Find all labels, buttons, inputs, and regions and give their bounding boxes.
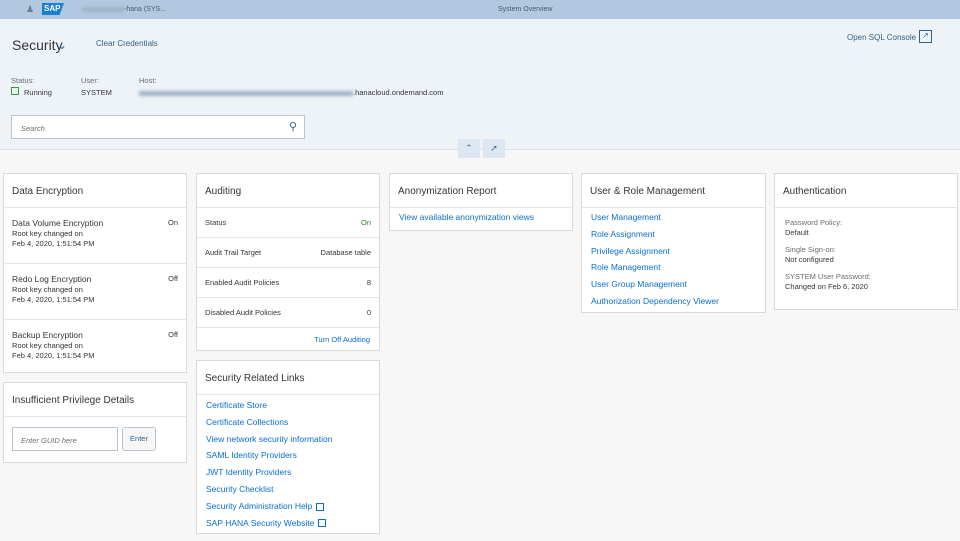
audit-row: Status On: [197, 208, 379, 238]
running-status-icon: [11, 87, 19, 95]
external-link-icon: [316, 502, 325, 511]
authentication-card: Authentication Password Policy: Default S…: [774, 173, 958, 310]
encryption-item[interactable]: Backup Encryption Off Root key changed on F…: [4, 320, 186, 376]
card-title: Auditing: [197, 174, 379, 208]
shell-bar: ♟ SAP -hana (SYS... System Overview: [0, 0, 960, 19]
collapse-header-button[interactable]: ⌃: [458, 139, 480, 158]
insufficient-privilege-card: Insufficient Privilege Details Enter GUI…: [3, 382, 187, 463]
password-policy: Password Policy: Default: [785, 218, 843, 237]
page-title[interactable]: Security: [12, 37, 63, 53]
anonymization-card: Anonymization Report View available anon…: [389, 173, 573, 231]
data-encryption-card: Data Encryption Data Volume Encryption On…: [3, 173, 187, 373]
search-icon[interactable]: ⚲: [289, 120, 297, 133]
user-icon[interactable]: ♟: [26, 4, 34, 15]
user-label: User:: [81, 76, 99, 85]
auditing-card: Auditing Status On Audit Trail Target Data…: [196, 173, 380, 351]
encryption-item[interactable]: Data Volume Encryption On Root key changed…: [4, 208, 186, 264]
link-role-assignment[interactable]: Role Assignment: [582, 226, 765, 243]
link-user-management[interactable]: User Management: [582, 209, 765, 226]
audit-row: Disabled Audit Policies 0: [197, 298, 379, 328]
link-security-checklist[interactable]: Security Checklist: [197, 481, 379, 498]
card-title: Security Related Links: [197, 361, 379, 395]
anonymization-views-link[interactable]: View available anonymization views: [390, 208, 572, 225]
link-role-management[interactable]: Role Management: [582, 259, 765, 276]
turn-off-auditing-link[interactable]: Turn Off Auditing: [197, 328, 379, 351]
link-privilege-assignment[interactable]: Privilege Assignment: [582, 243, 765, 260]
search-input[interactable]: Search ⚲: [11, 115, 305, 139]
pin-header-button[interactable]: ➚: [483, 139, 505, 158]
link-saml-providers[interactable]: SAML Identity Providers: [197, 447, 379, 464]
audit-row: Audit Trail Target Database table: [197, 238, 379, 268]
card-title: User & Role Management: [582, 174, 765, 208]
link-network-security[interactable]: View network security information: [197, 431, 379, 448]
status-label: Status:: [11, 76, 35, 85]
card-title: Authentication: [775, 174, 957, 208]
external-link-icon: [318, 519, 327, 528]
user-role-card: User & Role Management User Management R…: [581, 173, 766, 313]
link-jwt-providers[interactable]: JWT Identity Providers: [197, 464, 379, 481]
app-title: System Overview: [498, 6, 553, 13]
user-value: SYSTEM: [81, 88, 112, 97]
encryption-item[interactable]: Redo Log Encryption Off Root key changed o…: [4, 264, 186, 320]
host-value: .hanacloud.ondemand.com: [139, 88, 443, 97]
system-name: -hana (SYS...: [82, 6, 166, 13]
search-placeholder: Search: [21, 124, 45, 133]
card-title: Data Encryption: [4, 174, 186, 208]
card-title: Anonymization Report: [390, 174, 572, 208]
host-label: Host:: [139, 76, 157, 85]
clear-credentials-link[interactable]: Clear Credentials: [96, 39, 158, 48]
link-hana-security-website[interactable]: SAP HANA Security Website: [197, 515, 379, 532]
guid-input[interactable]: Enter GUID here: [12, 427, 118, 451]
security-links-card: Security Related Links Certificate Store…: [196, 360, 380, 534]
status-value: Running: [24, 88, 52, 97]
system-user-password: SYSTEM User Password: Changed on Feb 6, 2…: [785, 272, 871, 291]
link-security-admin-help[interactable]: Security Administration Help: [197, 498, 379, 515]
page-header: Security ⌄ Clear Credentials Open SQL Co…: [0, 19, 960, 150]
link-certificate-collections[interactable]: Certificate Collections: [197, 414, 379, 431]
link-user-group-management[interactable]: User Group Management: [582, 276, 765, 293]
single-sign-on: Single Sign-on: Not configured: [785, 245, 836, 264]
link-authorization-viewer[interactable]: Authorization Dependency Viewer: [582, 293, 765, 310]
audit-row: Enabled Audit Policies 8: [197, 268, 379, 298]
chevron-down-icon[interactable]: ⌄: [57, 38, 67, 52]
external-link-icon[interactable]: ↗: [919, 30, 932, 43]
card-title: Insufficient Privilege Details: [4, 383, 186, 417]
sap-logo: SAP: [42, 3, 64, 15]
open-sql-console-link[interactable]: Open SQL Console: [847, 33, 916, 42]
link-certificate-store[interactable]: Certificate Store: [197, 397, 379, 414]
enter-button[interactable]: Enter: [122, 427, 156, 451]
